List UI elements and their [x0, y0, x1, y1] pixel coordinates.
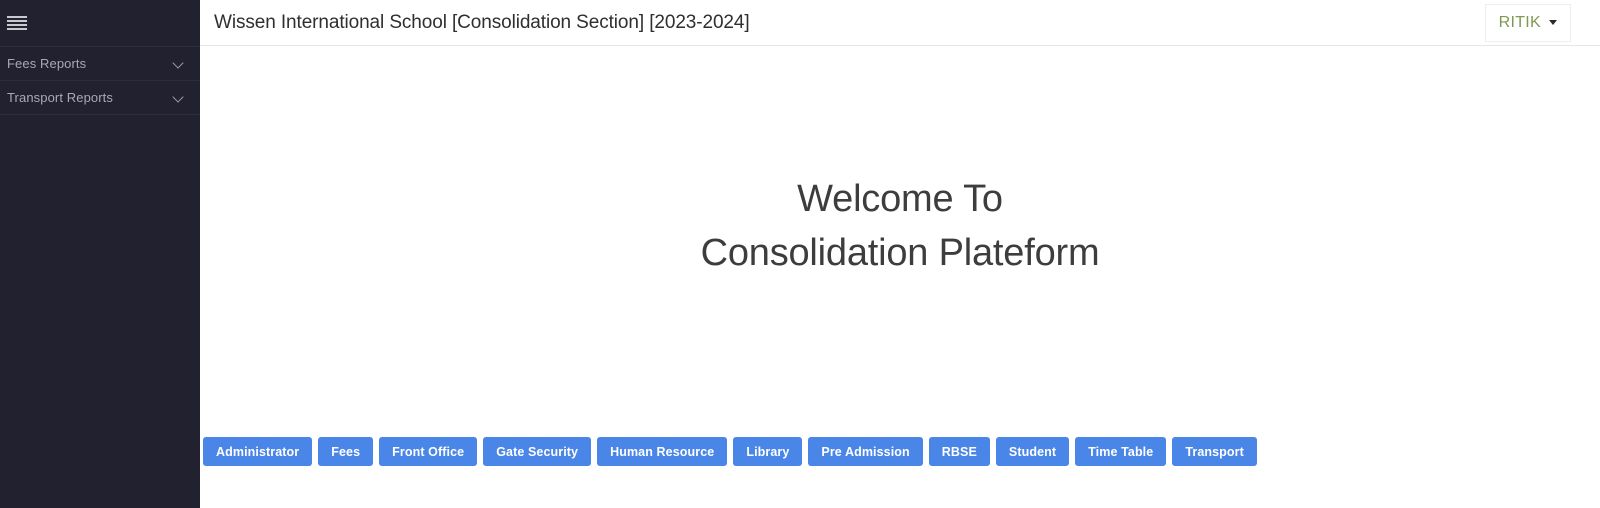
- module-button-time-table[interactable]: Time Table: [1075, 437, 1167, 466]
- module-button-human-resource[interactable]: Human Resource: [597, 437, 728, 466]
- module-button-library[interactable]: Library: [733, 437, 803, 466]
- sidebar-item-label: Transport Reports: [7, 90, 113, 105]
- chevron-down-icon: [173, 58, 184, 69]
- module-button-gate-security[interactable]: Gate Security: [483, 437, 592, 466]
- welcome-line-1: Welcome To: [797, 178, 1003, 220]
- module-button-pre-admission[interactable]: Pre Admission: [808, 437, 923, 466]
- caret-down-icon: [1549, 20, 1557, 25]
- module-button-administrator[interactable]: Administrator: [203, 437, 313, 466]
- module-button-transport[interactable]: Transport: [1172, 437, 1257, 466]
- user-menu-dropdown[interactable]: RITIK: [1484, 3, 1571, 42]
- welcome-banner: Welcome To Consolidation Plateform: [200, 172, 1600, 280]
- page-title: Wissen International School [Consolidati…: [214, 11, 750, 33]
- sidebar-item-transport-reports[interactable]: Transport Reports: [0, 81, 200, 115]
- module-button-front-office[interactable]: Front Office: [379, 437, 478, 466]
- user-name-label: RITIK: [1498, 13, 1541, 31]
- sidebar: Fees Reports Transport Reports: [0, 0, 200, 508]
- sidebar-nav: Fees Reports Transport Reports: [0, 46, 200, 115]
- app-root: Fees Reports Transport Reports Wissen In…: [0, 0, 1600, 508]
- module-button-fees[interactable]: Fees: [318, 437, 374, 466]
- top-header-bar: Wissen International School [Consolidati…: [200, 0, 1600, 46]
- chevron-down-icon: [173, 92, 184, 103]
- main-content: Welcome To Consolidation Plateform Admin…: [200, 46, 1600, 508]
- module-button-student[interactable]: Student: [995, 437, 1070, 466]
- hamburger-menu-icon[interactable]: [7, 14, 29, 33]
- module-button-row: Administrator Fees Front Office Gate Sec…: [203, 437, 1257, 466]
- sidebar-header: [0, 0, 200, 46]
- module-button-rbse[interactable]: RBSE: [928, 437, 990, 466]
- sidebar-item-fees-reports[interactable]: Fees Reports: [0, 47, 200, 81]
- sidebar-item-label: Fees Reports: [7, 56, 87, 71]
- welcome-line-2: Consolidation Plateform: [700, 232, 1100, 274]
